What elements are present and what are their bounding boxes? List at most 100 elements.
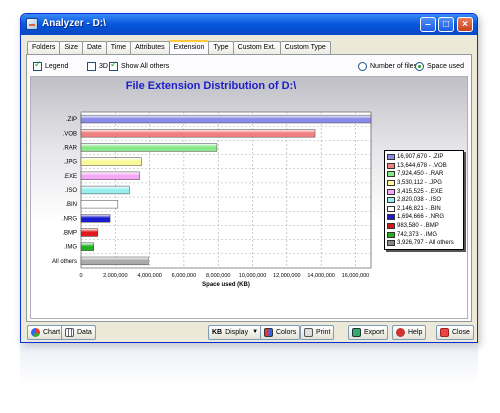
data-grid-icon [65,328,74,337]
data-button-label: Data [77,329,92,336]
number-of-files-label: Number of files [370,62,418,70]
category-label: .VOB [63,131,77,137]
legend-label: 3,530,112 - .JPG [397,180,442,187]
legend-item: 2,820,038 - .ISO [387,196,461,205]
legend-label: 742,373 - .IMG [397,231,438,238]
category-label: .EXE [63,174,77,180]
category-label: .JPG [64,160,78,166]
colors-button-label: Colors [276,329,297,336]
3d-option[interactable]: 3D [87,61,108,71]
category-label: .RAR [63,145,78,151]
legend-option-label: Legend [45,62,69,70]
display-unit: KB [212,329,223,336]
print-button[interactable]: Print [300,325,335,340]
legend-item: 742,373 - .IMG [387,230,461,239]
legend-swatch [387,240,395,247]
number-of-files-option[interactable]: Number of files [358,61,417,71]
minimize-icon: – [425,19,431,30]
legend-checkbox[interactable] [33,60,42,71]
tab-size[interactable]: Size [59,41,83,54]
title-bar[interactable]: Analyzer - D:\ – □ × [21,14,477,35]
printer-icon [304,328,313,337]
colors-button[interactable]: Colors [260,325,301,340]
export-button-label: Export [364,329,385,336]
display-button-label: Display [225,329,249,336]
help-button[interactable]: Help [392,325,427,340]
legend-swatch [387,197,395,204]
tab-attributes[interactable]: Attributes [130,41,170,54]
legend-label: 3,926,797 - All others [397,240,454,247]
chevron-down-icon: ▼ [252,329,259,335]
tab-row: Folders Size Date Time Attributes Extension Ty… [27,39,331,55]
help-button-label: Help [408,329,423,336]
bar-jpg [80,157,142,166]
show-all-others-option[interactable]: Show All others [109,60,170,71]
legend-label: 16,907,670 - .ZIP [397,154,444,161]
x-tick-label: 2,000,000 [103,273,127,279]
bar-allothers [80,256,149,266]
bottom-toolbar: Chart Data KB Display ▼ Colors Print Exp… [26,325,474,341]
data-button[interactable]: Data [61,325,96,340]
bar-nrg [80,214,111,223]
legend-label: 3,415,525 - .EXE [397,188,443,195]
tab-folders[interactable]: Folders [27,41,61,54]
minimize-button[interactable]: – [420,17,436,32]
x-tick-label: 8,000,000 [206,273,230,279]
legend-label: 2,146,821 - .BIN [397,205,441,212]
chart-button[interactable]: Chart [27,325,65,340]
x-tick-label: 10,000,000 [239,273,267,279]
bar-exe [80,171,140,180]
legend-item: 3,926,797 - All others [387,239,461,248]
show-all-others-label: Show All others [121,62,170,70]
bar-iso [80,185,130,195]
tab-date[interactable]: Date [81,41,107,54]
x-tick-label: 16,000,000 [342,273,370,279]
chart-legend: 16,907,670 - .ZIP 13,644,678 - .VOB 7,924,… [384,150,464,250]
close-icon: × [462,19,468,30]
help-icon [396,328,405,337]
maximize-button[interactable]: □ [438,17,454,32]
3d-checkbox[interactable] [87,61,96,71]
show-all-others-checkbox[interactable] [109,60,118,71]
number-of-files-radio[interactable] [358,61,367,71]
legend-item: 7,924,450 - .RAR [387,170,461,179]
close-button-label: Close [452,329,470,336]
legend-item: 983,580 - .BMP [387,222,461,231]
category-label: .BMP [62,231,77,237]
legend-label: 983,580 - .BMP [397,223,439,230]
tab-custom-ext[interactable]: Custom Ext. [232,41,281,54]
close-window-button[interactable]: × [457,17,473,32]
bar-img [80,242,94,251]
app-icon [26,18,38,30]
space-used-radio[interactable] [415,61,424,71]
legend-item: 3,415,525 - .EXE [387,187,461,196]
legend-swatch [387,214,395,221]
window-title: Analyzer - D:\ [42,18,106,29]
tab-custom-type[interactable]: Custom Type [279,41,331,54]
close-icon [440,328,449,337]
tab-type[interactable]: Type [208,41,234,54]
legend-item: 1,694,666 - .NRG [387,213,461,222]
export-icon [352,328,361,337]
bar-bin [80,200,119,209]
analyzer-window: Analyzer - D:\ – □ × Folders Size Date Time… [20,13,478,343]
bar-zip [80,114,372,124]
legend-label: 13,644,678 - .VOB [397,162,447,169]
legend-swatch [387,154,395,161]
export-button[interactable]: Export [348,325,389,340]
x-tick-label: 6,000,000 [172,273,196,279]
display-button[interactable]: KB Display ▼ [208,325,263,340]
legend-item: 2,146,821 - .BIN [387,205,461,214]
extension-panel: Legend 3D Show All others Number of file… [26,54,472,322]
window-reflection [20,345,478,385]
x-tick-label: 14,000,000 [307,273,335,279]
x-axis-label: Space used (KB) [202,282,250,288]
legend-option[interactable]: Legend [33,60,69,71]
print-button-label: Print [316,329,331,336]
category-label: .IMG [64,245,77,251]
space-used-option[interactable]: Space used [415,61,464,71]
close-button[interactable]: Close [436,325,474,340]
bar-bmp [80,228,99,237]
tab-extension[interactable]: Extension [168,40,210,55]
tab-time[interactable]: Time [105,41,132,54]
